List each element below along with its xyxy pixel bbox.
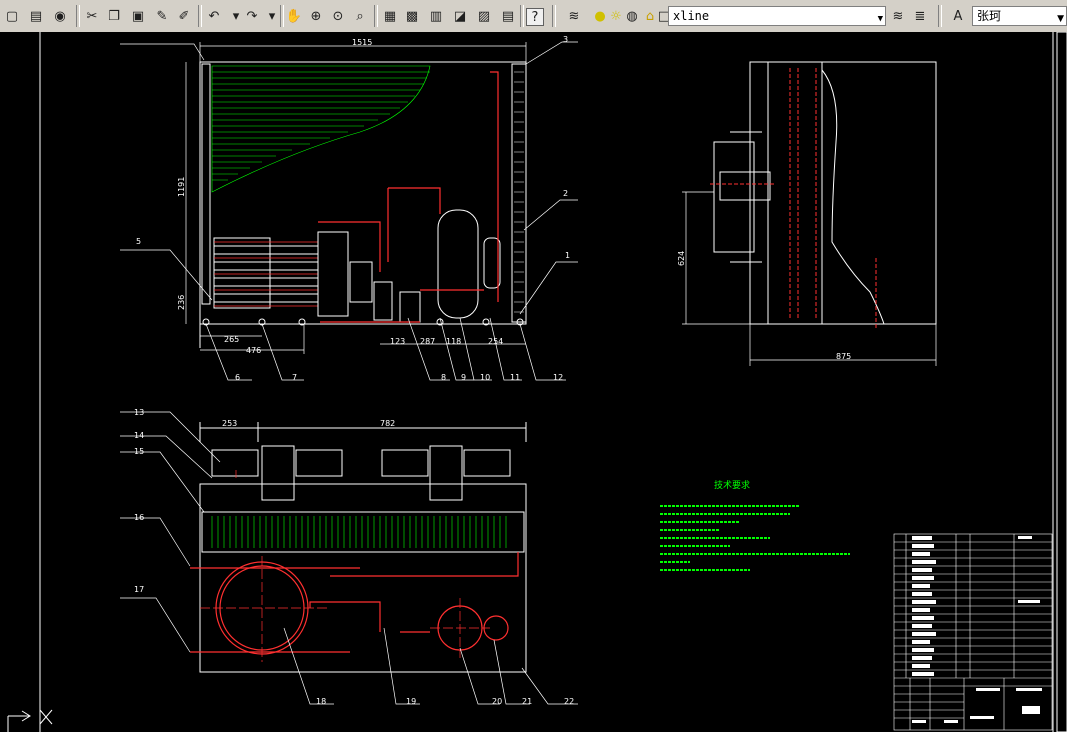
callout-19: 19 [406,697,416,706]
callout-18: 18 [316,697,326,706]
callout-9: 9 [461,373,466,382]
chevron-down-icon[interactable]: ▼ [1057,10,1064,28]
chevron-down-icon[interactable]: ▼ [878,10,883,28]
layer-combo[interactable]: xline ▼ [668,6,886,26]
callout-17: 17 [134,585,144,594]
front-callouts: 3 2 1 5 6 7 8 9 10 11 12 [136,35,570,382]
callout-1: 1 [565,251,570,260]
callout-8: 8 [441,373,446,382]
ucs-icon [7,709,53,732]
dim-side-height: 624 [677,251,686,266]
paste-icon[interactable]: ▣ [128,6,148,26]
layer-icon[interactable]: ≋ [564,6,584,26]
sheet-set-icon[interactable]: ◪ [450,6,470,26]
top-dim-text: 253 782 [222,419,395,428]
fin-hatch [211,65,431,193]
callout-14: 14 [134,431,144,440]
callout-12: 12 [553,373,563,382]
freeze-icon[interactable]: ◍ [622,6,642,26]
callout-10: 10 [480,373,490,382]
dim-476: 476 [246,346,261,355]
callout-22: 22 [564,697,574,706]
callout-15: 15 [134,447,144,456]
callout-11: 11 [510,373,520,382]
dim-782: 782 [380,419,395,428]
brush-icon[interactable]: ✐ [174,6,194,26]
notes-title: 技术要求 [714,479,750,491]
callout-6: 6 [235,373,240,382]
new-icon[interactable]: ▢ [2,6,22,26]
callout-20: 20 [492,697,502,706]
dim-height-left: 1191 [177,177,186,197]
side-dim-text: 624 875 [677,251,851,361]
make-current-icon[interactable]: ≋ [888,6,908,26]
zoom-previous-icon[interactable]: ⌕ [350,6,370,26]
redo-icon[interactable]: ↷ [242,6,262,26]
tool-palette-icon[interactable]: ▥ [426,6,446,26]
layer-combo-value: xline [673,9,710,23]
side-pipes [710,68,877,330]
callout-2: 2 [563,189,568,198]
standard-toolbar: ▢ ▤ ◉ ✂ ❐ ▣ ✎ ✐ ↶ ▾ ↷ ▾ ✋ ⊕ ⊙ ⌕ ▦ ▩ ▥ ◪ … [0,0,1067,33]
side-view [713,61,937,325]
dim-253: 253 [222,419,237,428]
dim-236: 236 [177,295,186,310]
text-style-value: 张珂 [977,9,1002,23]
front-dimensions [185,42,527,354]
front-view [199,61,527,348]
top-leaders [120,411,578,705]
dim-287: 287 [420,337,435,346]
copy-icon[interactable]: ❐ [104,6,124,26]
save-icon[interactable]: ◉ [50,6,70,26]
callout-13: 13 [134,408,144,417]
callout-3: 3 [563,35,568,44]
undo-icon[interactable]: ↶ [204,6,224,26]
callout-7: 7 [292,373,297,382]
title-block-fill [912,536,1042,723]
dim-265: 265 [224,335,239,344]
dim-width-top: 1515 [352,38,372,47]
text-style-icon[interactable]: A [948,6,968,26]
callout-21: 21 [522,697,532,706]
front-dim-text: 1515 1191 236 265 476 123 287 118 254 [177,38,503,355]
match-prop-icon[interactable]: ✎ [152,6,172,26]
layer-previous-icon[interactable]: ≣ [910,6,930,26]
top-fin-hatch [211,516,507,548]
top-view [199,422,527,673]
zoom-realtime-icon[interactable]: ⊕ [306,6,326,26]
dim-123: 123 [390,337,405,346]
drawing-canvas[interactable]: 1515 1191 236 265 476 123 287 118 254 3 … [0,32,1067,732]
side-dimensions [682,191,937,366]
calc-icon[interactable]: ▤ [498,6,518,26]
callout-16: 16 [134,513,144,522]
front-leaders [120,41,578,381]
technical-notes: 技术要求 [660,479,850,571]
open-icon[interactable]: ▤ [26,6,46,26]
text-style-combo[interactable]: 张珂 ▼ [972,6,1067,26]
properties-icon[interactable]: ▦ [380,6,400,26]
help-icon[interactable]: ? [526,8,544,26]
dim-118: 118 [446,337,461,346]
pan-icon[interactable]: ✋ [284,6,304,26]
redo-dropdown-icon[interactable]: ▾ [262,6,282,26]
zoom-window-icon[interactable]: ⊙ [328,6,348,26]
dim-side-width: 875 [836,352,851,361]
markup-icon[interactable]: ▨ [474,6,494,26]
design-center-icon[interactable]: ▩ [402,6,422,26]
cut-icon[interactable]: ✂ [82,6,102,26]
top-piping [190,552,519,655]
callout-5: 5 [136,237,141,246]
cad-drawing: 1515 1191 236 265 476 123 287 118 254 3 … [7,32,1067,732]
